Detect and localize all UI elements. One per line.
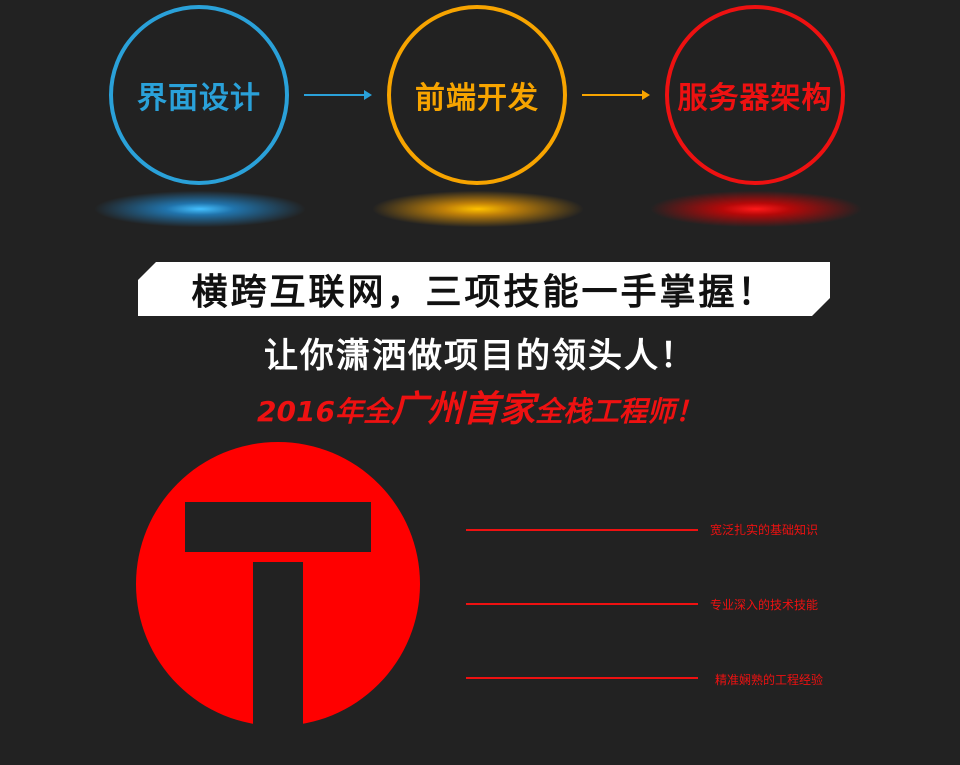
t-logo-icon <box>136 442 420 726</box>
stage-label: 前端开发 <box>415 81 539 116</box>
stage-circle-server: 服务器架构 <box>665 5 845 185</box>
skill-label-engineering: 精准娴熟的工程经验 <box>715 673 824 687</box>
orange-glow <box>368 190 588 228</box>
tagline-prefix: 2016年全 <box>257 395 391 428</box>
headline-text: 横跨互联网，三项技能一手掌握！ <box>191 272 777 313</box>
tagline-suffix: 全栈工程师！ <box>534 395 703 428</box>
blue-glow <box>90 190 310 228</box>
stage-circle-ui-design: 界面设计 <box>109 5 289 185</box>
skill-label-foundation: 宽泛扎实的基础知识 <box>710 523 819 537</box>
arrow-right-icon <box>304 90 372 100</box>
headline-banner: 横跨互联网，三项技能一手掌握！ <box>138 262 830 316</box>
skill-label-technical: 专业深入的技术技能 <box>710 598 819 612</box>
subtitle: 让你潇洒做项目的领头人！ <box>264 336 696 376</box>
skill-line <box>466 529 698 531</box>
skill-line <box>466 677 698 679</box>
arrow-right-icon <box>582 90 650 100</box>
stage-label: 界面设计 <box>137 81 261 116</box>
skill-line <box>466 603 698 605</box>
stage-circle-frontend: 前端开发 <box>387 5 567 185</box>
stage-label: 服务器架构 <box>677 81 833 116</box>
red-glow <box>646 190 866 228</box>
tagline-emphasis: 广州首家 <box>390 389 535 430</box>
tagline: 2016年全广州首家全栈工程师！ <box>0 380 960 432</box>
